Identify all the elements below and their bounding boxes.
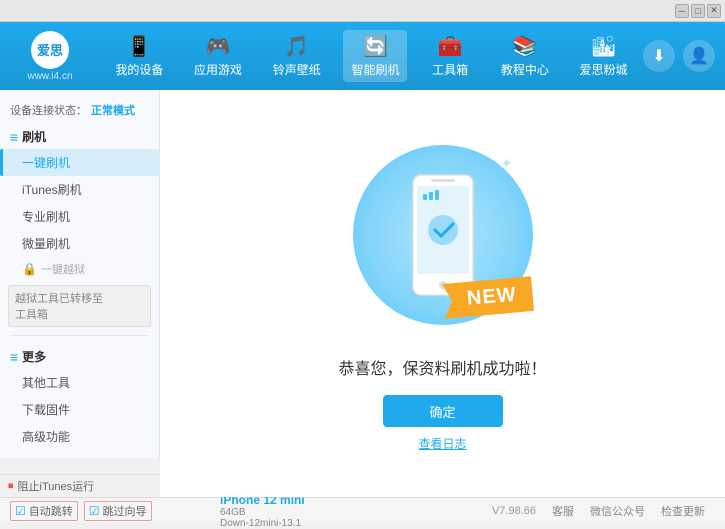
nav-fan-city-label: 爱思粉城 xyxy=(580,61,628,78)
nav-tutorials-label: 教程中心 xyxy=(501,61,549,78)
nav-tutorials[interactable]: 📚 教程中心 xyxy=(493,30,557,82)
logo-url: www.i4.cn xyxy=(27,71,72,82)
bottom-left: ☑ 自动跳转 ☑ 跳过向导 xyxy=(10,501,210,521)
nav-apps-games-label: 应用游戏 xyxy=(194,61,242,78)
bottom-bar: ☑ 自动跳转 ☑ 跳过向导 iPhone 12 mini 64GB Down-1… xyxy=(0,497,725,523)
sidebar-item-one-key-flash[interactable]: 一键刷机 xyxy=(0,149,159,176)
skip-wizard-checkbox[interactable]: ☑ 跳过向导 xyxy=(84,501,152,521)
sidebar-item-free-flash[interactable]: 微量刷机 xyxy=(0,230,159,257)
status-label: 设备连接状态： xyxy=(10,102,87,118)
success-text: 恭喜您，保资料刷机成功啦！ xyxy=(338,355,546,379)
pro-flash-label: 专业刷机 xyxy=(22,210,70,224)
sidebar-divider xyxy=(10,335,149,336)
connection-status: 设备连接状态： 正常模式 xyxy=(0,98,159,124)
nav-ringtones-label: 铃声壁纸 xyxy=(273,61,321,78)
apps-games-icon: 🎮 xyxy=(206,34,231,59)
nav-my-device-label: 我的设备 xyxy=(115,61,163,78)
nav-ringtones[interactable]: 🎵 铃声壁纸 xyxy=(265,30,329,82)
device-model: Down-12mini-13.1 xyxy=(220,518,305,529)
other-tools-label: 其他工具 xyxy=(22,376,70,390)
customer-service-link[interactable]: 客服 xyxy=(552,503,574,519)
header: 爱思 www.i4.cn 📱 我的设备 🎮 应用游戏 🎵 铃声壁纸 🔄 智能刷机… xyxy=(0,22,725,90)
auto-jump-label: 自动跳转 xyxy=(29,503,73,519)
device-info: iPhone 12 mini 64GB Down-12mini-13.1 xyxy=(210,493,305,529)
itunes-label: 阻止iTunes运行 xyxy=(18,478,95,494)
sparkle-left: ✦ xyxy=(363,145,378,166)
toolbox-icon: 🧰 xyxy=(438,34,463,59)
nav-toolbox[interactable]: 🧰 工具箱 xyxy=(422,30,478,82)
itunes-bar[interactable]: ⏹ 阻止iTunes运行 xyxy=(0,474,160,497)
nav-my-device[interactable]: 📱 我的设备 xyxy=(107,30,171,82)
nav-smart-flash[interactable]: 🔄 智能刷机 xyxy=(343,30,407,82)
nav-apps-games[interactable]: 🎮 应用游戏 xyxy=(186,30,250,82)
maximize-btn[interactable]: □ xyxy=(691,4,705,18)
free-flash-label: 微量刷机 xyxy=(22,237,70,251)
sidebar-item-download-firmware[interactable]: 下载固件 xyxy=(0,396,159,423)
flash-section-icon: ≡ xyxy=(10,129,18,145)
download-firmware-label: 下载固件 xyxy=(22,403,70,417)
jailbreak-text: 越狱工具已转移至 工具箱 xyxy=(15,293,103,321)
sidebar-item-itunes-flash[interactable]: iTunes刷机 xyxy=(0,176,159,203)
bottom-center: V7.98.66 客服 微信公众号 检查更新 xyxy=(305,503,715,519)
one-key-flash-label: 一键刷机 xyxy=(22,156,70,170)
status-value: 正常模式 xyxy=(91,102,135,118)
nav-fan-city[interactable]: 🏙 爱思粉城 xyxy=(572,30,636,82)
sidebar: 设备连接状态： 正常模式 ≡ 刷机 一键刷机 iTunes刷机 专业刷机 微量刷… xyxy=(0,90,160,458)
advanced-label: 高级功能 xyxy=(22,430,70,444)
locked-section: 🔒 一键越狱 xyxy=(0,257,159,281)
nav-smart-flash-label: 智能刷机 xyxy=(351,61,399,78)
ringtones-icon: 🎵 xyxy=(284,34,309,59)
close-btn[interactable]: ✕ xyxy=(707,4,721,18)
more-section: ≡ 更多 其他工具 下载固件 高级功能 xyxy=(0,344,159,450)
flash-section-header[interactable]: ≡ 刷机 xyxy=(0,124,159,149)
main-area: 设备连接状态： 正常模式 ≡ 刷机 一键刷机 iTunes刷机 专业刷机 微量刷… xyxy=(0,90,725,497)
download-btn[interactable]: ⬇ xyxy=(643,40,675,72)
sidebar-wrapper: 设备连接状态： 正常模式 ≡ 刷机 一键刷机 iTunes刷机 专业刷机 微量刷… xyxy=(0,90,160,497)
more-section-icon: ≡ xyxy=(10,349,18,365)
my-device-icon: 📱 xyxy=(127,34,152,59)
lock-icon: 🔒 xyxy=(22,262,37,276)
skip-wizard-label: 跳过向导 xyxy=(103,503,147,519)
version-text: V7.98.66 xyxy=(492,505,536,517)
titlebar: ─ □ ✕ xyxy=(0,0,725,22)
flash-section-label: 刷机 xyxy=(22,128,46,145)
sidebar-item-advanced[interactable]: 高级功能 xyxy=(0,423,159,450)
phone-illustration: ✦ ✦ NEW xyxy=(353,135,533,335)
check-update-link[interactable]: 检查更新 xyxy=(661,503,705,519)
header-right: ⬇ 👤 xyxy=(643,40,715,72)
sparkle-right: ✦ xyxy=(501,155,513,172)
skip-wizard-check-icon: ☑ xyxy=(89,504,100,518)
logo-area: 爱思 www.i4.cn xyxy=(10,31,90,82)
wechat-link[interactable]: 微信公众号 xyxy=(590,503,645,519)
phone-svg xyxy=(403,170,483,300)
fan-city-icon: 🏙 xyxy=(591,34,616,59)
confirm-button[interactable]: 确定 xyxy=(383,395,503,427)
nav-items: 📱 我的设备 🎮 应用游戏 🎵 铃声壁纸 🔄 智能刷机 🧰 工具箱 📚 教程中心… xyxy=(100,30,643,82)
nav-toolbox-label: 工具箱 xyxy=(432,61,468,78)
jailbreak-notice: 越狱工具已转移至 工具箱 xyxy=(8,285,151,327)
history-link[interactable]: 查看日志 xyxy=(418,435,466,452)
more-section-header[interactable]: ≡ 更多 xyxy=(0,344,159,369)
minimize-btn[interactable]: ─ xyxy=(675,4,689,18)
user-btn[interactable]: 👤 xyxy=(683,40,715,72)
stop-icon: ⏹ xyxy=(8,480,14,493)
device-storage: 64GB xyxy=(220,507,305,518)
auto-jump-checkbox[interactable]: ☑ 自动跳转 xyxy=(10,501,78,521)
tutorials-icon: 📚 xyxy=(512,34,537,59)
more-section-label: 更多 xyxy=(22,348,46,365)
locked-label: 一键越狱 xyxy=(41,261,85,277)
content-area: ✦ ✦ NEW 恭喜您，保资料刷机成功啦！ 确定 查看日志 xyxy=(160,90,725,497)
logo-icon: 爱思 xyxy=(31,31,69,69)
sidebar-item-pro-flash[interactable]: 专业刷机 xyxy=(0,203,159,230)
itunes-flash-label: iTunes刷机 xyxy=(22,183,82,197)
auto-jump-check-icon: ☑ xyxy=(15,504,26,518)
sidebar-item-other-tools[interactable]: 其他工具 xyxy=(0,369,159,396)
smart-flash-icon: 🔄 xyxy=(363,34,388,59)
